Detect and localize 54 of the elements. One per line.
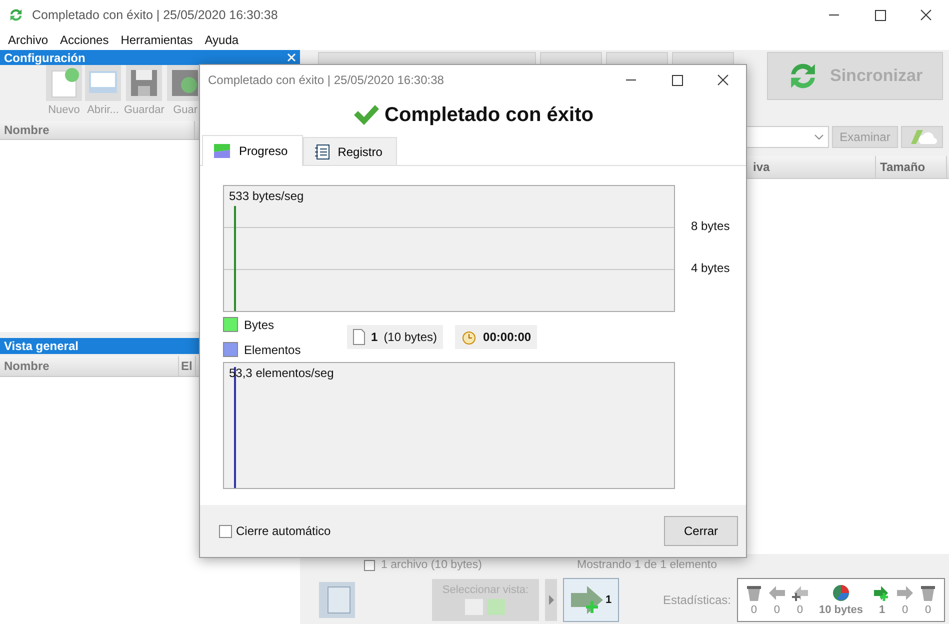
panel-title: Vista general: [4, 339, 78, 353]
dialog-title: Completado con éxito | 25/05/2020 16:30:38: [208, 73, 444, 87]
pie-chart-icon: [832, 584, 850, 602]
tab[interactable]: Registro: [302, 137, 398, 165]
right-arrow-plus-icon: [873, 584, 891, 602]
item-count: Mostrando 1 de 1 elemento: [577, 559, 718, 571]
file-count: 1: [371, 330, 378, 344]
window-title: Completado con éxito | 25/05/2020 16:30:38: [32, 8, 278, 22]
menu-item[interactable]: Ayuda: [204, 33, 239, 47]
stat-value: 10 bytes: [818, 604, 863, 616]
menu-item[interactable]: Acciones: [60, 33, 109, 47]
checkbox[interactable]: [364, 560, 375, 570]
stat-value: 0: [796, 604, 804, 616]
legend-label: Elementos: [244, 342, 301, 356]
elapsed-time: 00:00:00: [483, 330, 532, 344]
close-button[interactable]: Cerrar: [664, 516, 738, 546]
menu-item[interactable]: Archivo: [8, 33, 48, 47]
stat-value: 0: [902, 604, 908, 616]
alarm-clock-icon: [461, 329, 478, 345]
legend-label: Bytes: [244, 318, 274, 332]
panel-title: Configuración: [4, 50, 86, 64]
right-arrow-icon: [896, 584, 914, 602]
stat-value: 0: [750, 604, 758, 616]
rate-label: 533 bytes/seg: [229, 189, 304, 203]
axis-label: 4 bytes: [691, 261, 730, 275]
menu-item[interactable]: Herramientas: [120, 33, 193, 47]
chart-icon: [213, 143, 231, 159]
stat-value: 1: [878, 604, 886, 616]
column-header[interactable]: Tamaño: [876, 156, 947, 178]
stats-label: Estadísticas:: [662, 593, 731, 607]
notebook-icon: [314, 144, 330, 160]
file-size: (10 bytes): [384, 330, 438, 344]
document-icon: [353, 329, 365, 345]
selection-summary: 1 archivo (10 bytes): [381, 559, 483, 571]
arrow-plus-icon: [570, 585, 604, 615]
app-icon: [8, 7, 24, 23]
trash-icon: [919, 584, 937, 602]
stat-value: 0: [774, 604, 780, 616]
checkbox-label: Cierre automático: [236, 524, 331, 538]
trash-icon: [744, 584, 763, 602]
stat-value: 0: [924, 604, 932, 616]
column-header[interactable]: El: [179, 356, 196, 376]
add-button[interactable]: 1: [563, 578, 619, 622]
left-arrow-icon: [768, 584, 786, 602]
column-header[interactable]: iva: [749, 156, 876, 178]
panel-toggle-icon[interactable]: [318, 581, 356, 619]
checkbox[interactable]: [219, 524, 232, 538]
dialog-heading: Completado con éxito: [384, 104, 594, 126]
tab[interactable]: Progreso: [202, 135, 303, 166]
axis-label: 8 bytes: [691, 219, 730, 233]
left-arrow-plus-icon: [790, 584, 809, 602]
chevron-down-icon: [814, 134, 824, 140]
column-header[interactable]: Nombre: [0, 356, 179, 376]
close-icon[interactable]: [287, 53, 296, 62]
